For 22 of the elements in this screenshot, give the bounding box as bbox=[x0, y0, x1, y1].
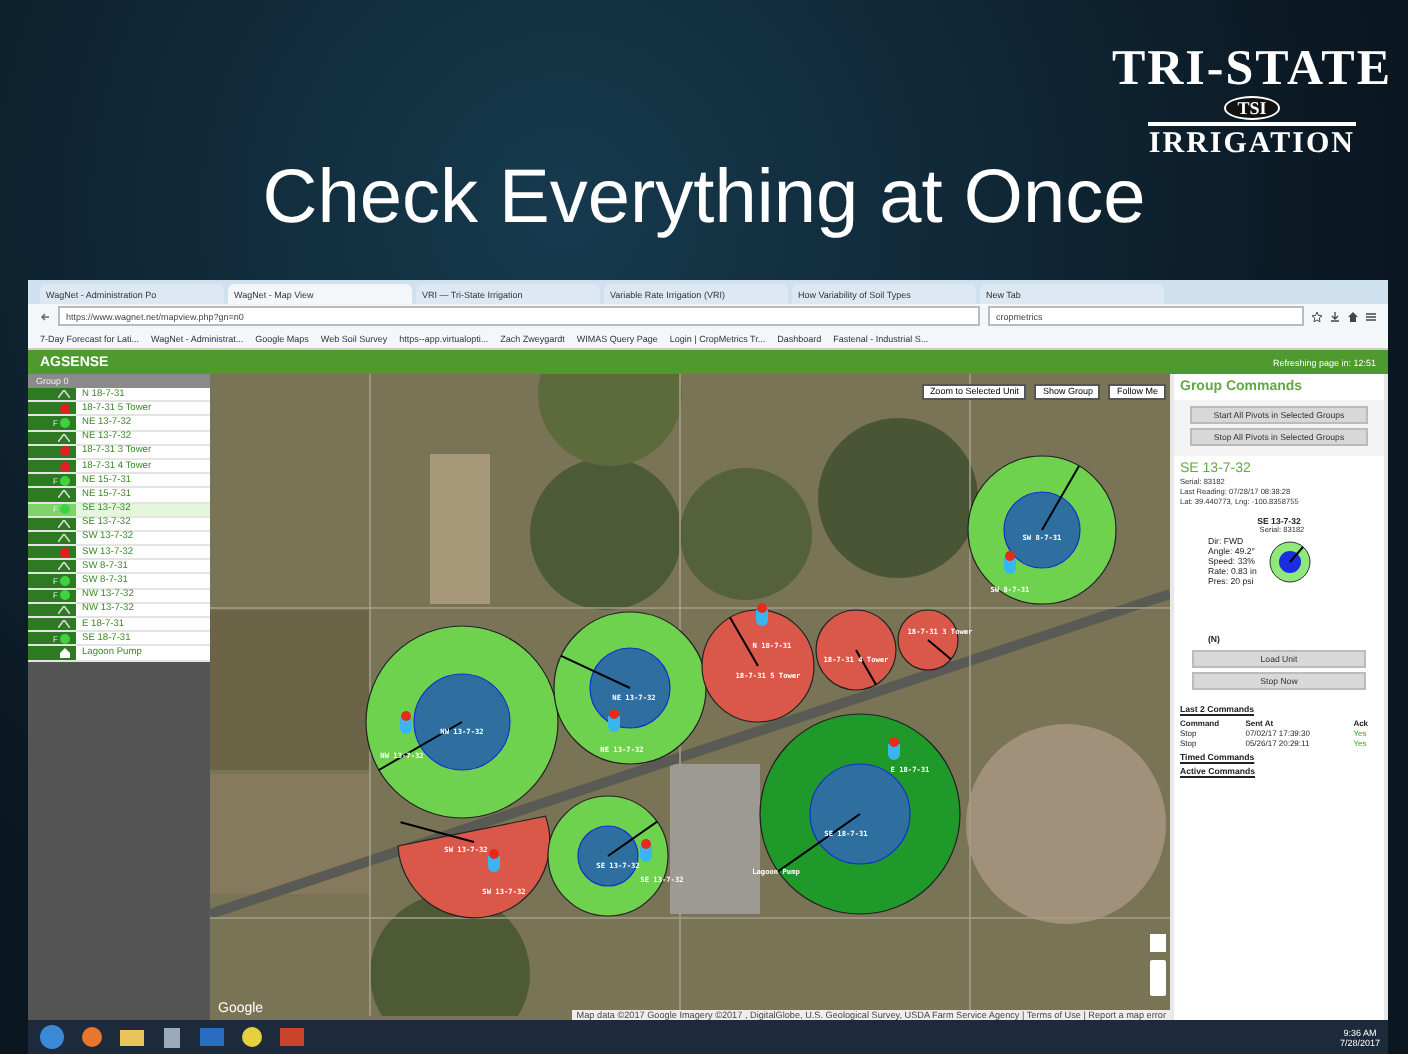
download-icon[interactable] bbox=[1330, 311, 1340, 321]
pivot-circle-drawing[interactable] bbox=[967, 455, 1117, 605]
pivot-circle-drawing[interactable] bbox=[553, 611, 707, 765]
pin-icon[interactable] bbox=[1004, 551, 1016, 574]
slide-title: Check Everything at Once bbox=[262, 156, 1146, 242]
pivot-circle-drawing[interactable] bbox=[397, 815, 551, 919]
home-icon[interactable] bbox=[1348, 311, 1358, 321]
back-arrow-icon[interactable] bbox=[40, 311, 50, 321]
pivot-circle-drawing[interactable] bbox=[815, 609, 897, 691]
logo-text: TRI-STATE bbox=[1111, 44, 1392, 94]
satellite-map[interactable] bbox=[210, 374, 1170, 1020]
pin-icon[interactable] bbox=[608, 709, 620, 732]
pivot-circle-drawing[interactable] bbox=[701, 609, 815, 723]
logo-text: IRRIGATION bbox=[1148, 122, 1355, 160]
folder-icon[interactable] bbox=[116, 1024, 148, 1050]
pivot-circle-drawing[interactable] bbox=[365, 625, 559, 819]
crop-circle-field bbox=[538, 374, 682, 466]
pivot-gauge-icon bbox=[1268, 539, 1313, 583]
crop-circle-field bbox=[680, 468, 812, 600]
star-icon[interactable] bbox=[1312, 311, 1322, 321]
logo-badge: TSI bbox=[1223, 96, 1281, 120]
menu-icon[interactable] bbox=[1366, 311, 1376, 321]
